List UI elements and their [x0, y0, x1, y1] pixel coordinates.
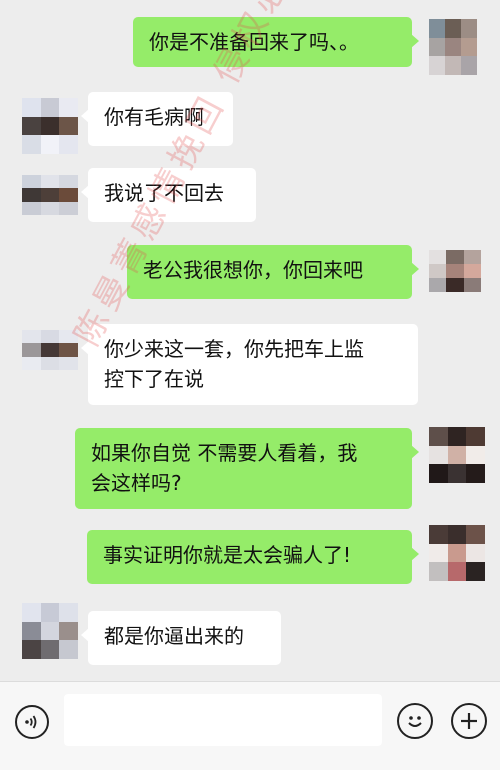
emoji-icon[interactable]: [397, 703, 433, 739]
message-bubble[interactable]: 我说了不回去: [81, 168, 256, 222]
avatar[interactable]: [22, 175, 78, 215]
message-bubble[interactable]: 你是不准备回来了吗、。: [133, 17, 419, 67]
message-input[interactable]: [64, 694, 382, 746]
message-bubble[interactable]: 老公我很想你，你回来吧: [127, 245, 419, 299]
message-bubble[interactable]: 如果你自觉 不需要人看着，我 会这样吗?: [75, 428, 419, 509]
voice-icon-glyph: [25, 715, 37, 729]
plus-icon[interactable]: [451, 703, 487, 739]
chat-area: 你是不准备回来了吗、。 你有毛病啊 我说了不回去 老公我很想你，你回来吧 你少来…: [0, 0, 500, 680]
plus-glyph: [461, 713, 477, 729]
avatar[interactable]: [429, 250, 481, 292]
avatar[interactable]: [22, 98, 78, 154]
avatar[interactable]: [22, 603, 78, 659]
message-bubble[interactable]: 都是你逼出来的: [81, 611, 281, 665]
message-bubble[interactable]: 你少来这一套，你先把车上监 控下了在说: [81, 324, 418, 405]
message-bubble[interactable]: 你有毛病啊: [81, 92, 233, 146]
avatar[interactable]: [429, 427, 485, 483]
voice-icon[interactable]: [15, 705, 49, 739]
input-bar: [0, 681, 500, 770]
avatar[interactable]: [429, 19, 477, 75]
message-bubble[interactable]: 事实证明你就是太会骗人了!: [87, 530, 419, 584]
avatar[interactable]: [429, 525, 485, 581]
avatar[interactable]: [22, 330, 78, 370]
emoji-face-glyph: [408, 716, 422, 727]
